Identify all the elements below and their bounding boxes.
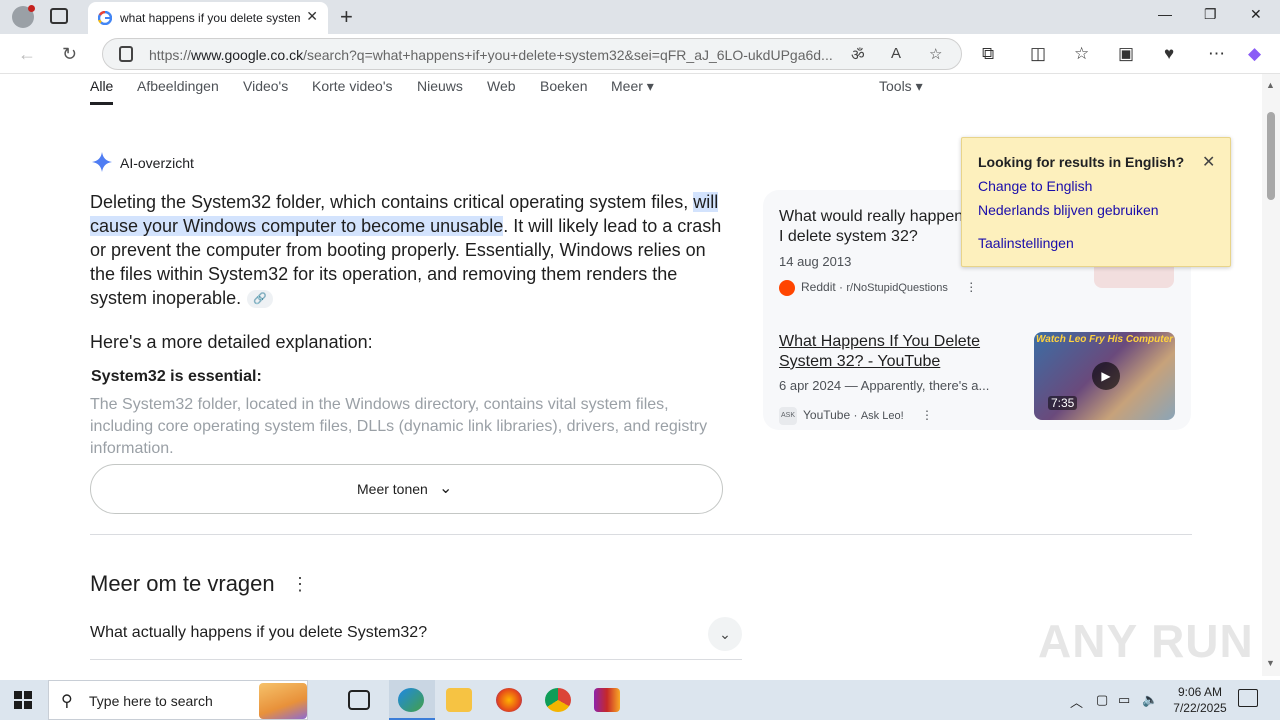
ai-overview-text: Deleting the System32 folder, which cont…	[90, 192, 722, 309]
anyrun-watermark: ANY RUN	[1038, 615, 1254, 667]
window-close-icon[interactable]: ✕	[1250, 6, 1262, 23]
video-duration: 7:35	[1048, 396, 1078, 410]
search-icon: ⚲	[61, 693, 73, 710]
profile-avatar-icon[interactable]	[12, 5, 35, 28]
chrome-icon[interactable]	[545, 688, 571, 712]
tray-device-icon[interactable]: ▢	[1096, 692, 1108, 708]
browser-tab-active[interactable]: what happens if you delete system32 ✕	[88, 2, 328, 34]
ai-sparkle-icon	[92, 152, 112, 172]
expand-chevron-icon[interactable]: ⌄	[708, 617, 742, 651]
ai-subheading: Here's a more detailed explanation:	[90, 332, 373, 352]
result-source[interactable]: ASK YouTube · Ask Leo! ⋮	[779, 407, 933, 425]
clock-time: 9:06 AM	[1177, 685, 1223, 699]
result-more-icon[interactable]: ⋮	[921, 408, 933, 422]
google-favicon-icon	[98, 11, 112, 25]
result-snippet: 6 apr 2024 — Apparently, there's a...	[779, 378, 990, 393]
notification-icon[interactable]	[1238, 689, 1258, 707]
more-options-icon[interactable]: ⋮	[291, 574, 309, 595]
reddit-icon	[779, 280, 795, 296]
favorites-icon[interactable]: ☆	[1074, 44, 1089, 64]
more-menu-icon[interactable]: ⋯	[1208, 44, 1225, 64]
url-omnibox[interactable]: https://www.google.co.ck/search?q=what+h…	[102, 38, 962, 70]
ai-overview-label: AI-overzicht	[120, 155, 194, 171]
back-arrow-icon[interactable]: ←	[18, 44, 36, 65]
tab-nieuws[interactable]: Nieuws	[417, 78, 463, 94]
tab-videos[interactable]: Video's	[243, 78, 288, 94]
new-tab-plus-icon[interactable]: +	[340, 4, 353, 30]
refresh-icon[interactable]: ↻	[62, 44, 77, 65]
language-suggestion-popup: Looking for results in English? ✕ Change…	[961, 137, 1231, 267]
taskbar-clock[interactable]: 9:06 AM 7/22/2025	[1160, 684, 1240, 716]
tab-afbeeldingen[interactable]: Afbeeldingen	[137, 78, 219, 94]
source-link-icon[interactable]: 🔗	[247, 290, 274, 309]
paa-question[interactable]: What actually happens if you delete Syst…	[90, 624, 427, 642]
video-thumbnail[interactable]: Watch Leo Fry His Computer ▶ 7:35	[1034, 332, 1175, 420]
edge-icon[interactable]	[398, 688, 424, 712]
site-info-icon[interactable]	[119, 46, 133, 62]
people-also-ask-title: Meer om te vragen	[90, 571, 275, 596]
change-to-english-link[interactable]: Change to English	[978, 178, 1092, 194]
tab-web[interactable]: Web	[487, 78, 516, 94]
favorite-star-icon[interactable]: ☆	[929, 45, 942, 63]
scroll-up-icon[interactable]: ▲	[1266, 80, 1275, 90]
play-icon[interactable]: ▶	[1092, 362, 1120, 390]
show-more-label: Meer tonen	[357, 481, 428, 497]
windows-start-icon[interactable]	[14, 691, 32, 709]
scroll-down-icon[interactable]: ▼	[1266, 658, 1275, 668]
tab-title: what happens if you delete system32	[120, 11, 300, 25]
ask-leo-icon: ASK	[779, 407, 797, 425]
browser-essentials-icon[interactable]: ♥	[1164, 44, 1174, 64]
network-icon[interactable]: ▭	[1118, 692, 1130, 708]
search-highlight-art	[259, 683, 307, 719]
result-title[interactable]: What Happens If You Delete System 32? - …	[779, 332, 1019, 372]
keep-dutch-link[interactable]: Nederlands blijven gebruiken	[978, 202, 1159, 218]
chevron-down-icon: ⌄	[439, 480, 453, 497]
show-more-button[interactable]: Meer tonen ⌄	[90, 464, 723, 514]
collections-icon[interactable]: ▣	[1118, 44, 1134, 64]
result-date: 14 aug 2013	[779, 254, 852, 269]
taskbar-search-box[interactable]: ⚲ Type here to search	[48, 680, 308, 720]
search-results-page: Alle Afbeeldingen Video's Korte video's …	[4, 74, 1262, 676]
extensions-icon[interactable]: ⧉	[982, 44, 994, 64]
tab-alle[interactable]: Alle	[90, 78, 114, 105]
read-aloud-icon[interactable]: A	[891, 45, 901, 62]
result-more-icon[interactable]: ⋮	[965, 280, 977, 294]
tab-actions-icon[interactable]	[50, 8, 68, 24]
copilot-icon[interactable]: ◆	[1248, 44, 1261, 64]
language-question: Looking for results in English?	[978, 154, 1185, 170]
translate-icon[interactable]: ॐ	[851, 45, 865, 65]
minimize-icon[interactable]: —	[1158, 6, 1172, 22]
restore-icon[interactable]: ❐	[1204, 6, 1217, 23]
file-explorer-icon[interactable]	[446, 688, 472, 712]
result-source[interactable]: Reddit · r/NoStupidQuestions ⋮	[779, 280, 977, 296]
section-divider	[90, 534, 1192, 535]
volume-icon[interactable]: 🔈	[1142, 692, 1158, 708]
ai-bold-heading: System32 is essential:	[91, 368, 262, 385]
clock-date: 7/22/2025	[1173, 701, 1227, 715]
firefox-icon[interactable]	[496, 688, 522, 712]
notification-dot	[28, 5, 35, 12]
page-scrollbar[interactable]: ▲ ▼	[1262, 74, 1280, 676]
taskbar-search-placeholder: Type here to search	[89, 693, 213, 709]
tab-close-icon[interactable]: ✕	[306, 8, 318, 25]
split-screen-icon[interactable]: ◫	[1030, 44, 1046, 64]
scrollbar-thumb[interactable]	[1267, 112, 1275, 200]
browser-tab-bar: what happens if you delete system32 ✕ + …	[0, 0, 1280, 34]
url-text[interactable]: https://www.google.co.ck/search?q=what+h…	[149, 47, 839, 63]
tab-meer[interactable]: Meer ▾	[611, 78, 654, 95]
language-settings-link[interactable]: Taalinstellingen	[978, 235, 1074, 251]
tab-boeken[interactable]: Boeken	[540, 78, 587, 94]
video-caption: Watch Leo Fry His Computer	[1036, 334, 1174, 345]
result-title[interactable]: What would really happen if I delete sys…	[779, 207, 979, 247]
paa-divider	[90, 659, 742, 660]
windows-taskbar: ⚲ Type here to search ︿ ▢ ▭ 🔈 9:06 AM 7/…	[0, 680, 1280, 720]
task-view-icon[interactable]	[348, 690, 370, 710]
winrar-icon[interactable]	[594, 688, 620, 712]
popup-close-icon[interactable]: ✕	[1202, 152, 1215, 172]
tools-button[interactable]: Tools ▾	[879, 78, 923, 95]
tray-chevron-icon[interactable]: ︿	[1070, 692, 1083, 711]
tab-korte-videos[interactable]: Korte video's	[312, 78, 393, 94]
ai-faded-text: The System32 folder, located in the Wind…	[90, 396, 708, 456]
